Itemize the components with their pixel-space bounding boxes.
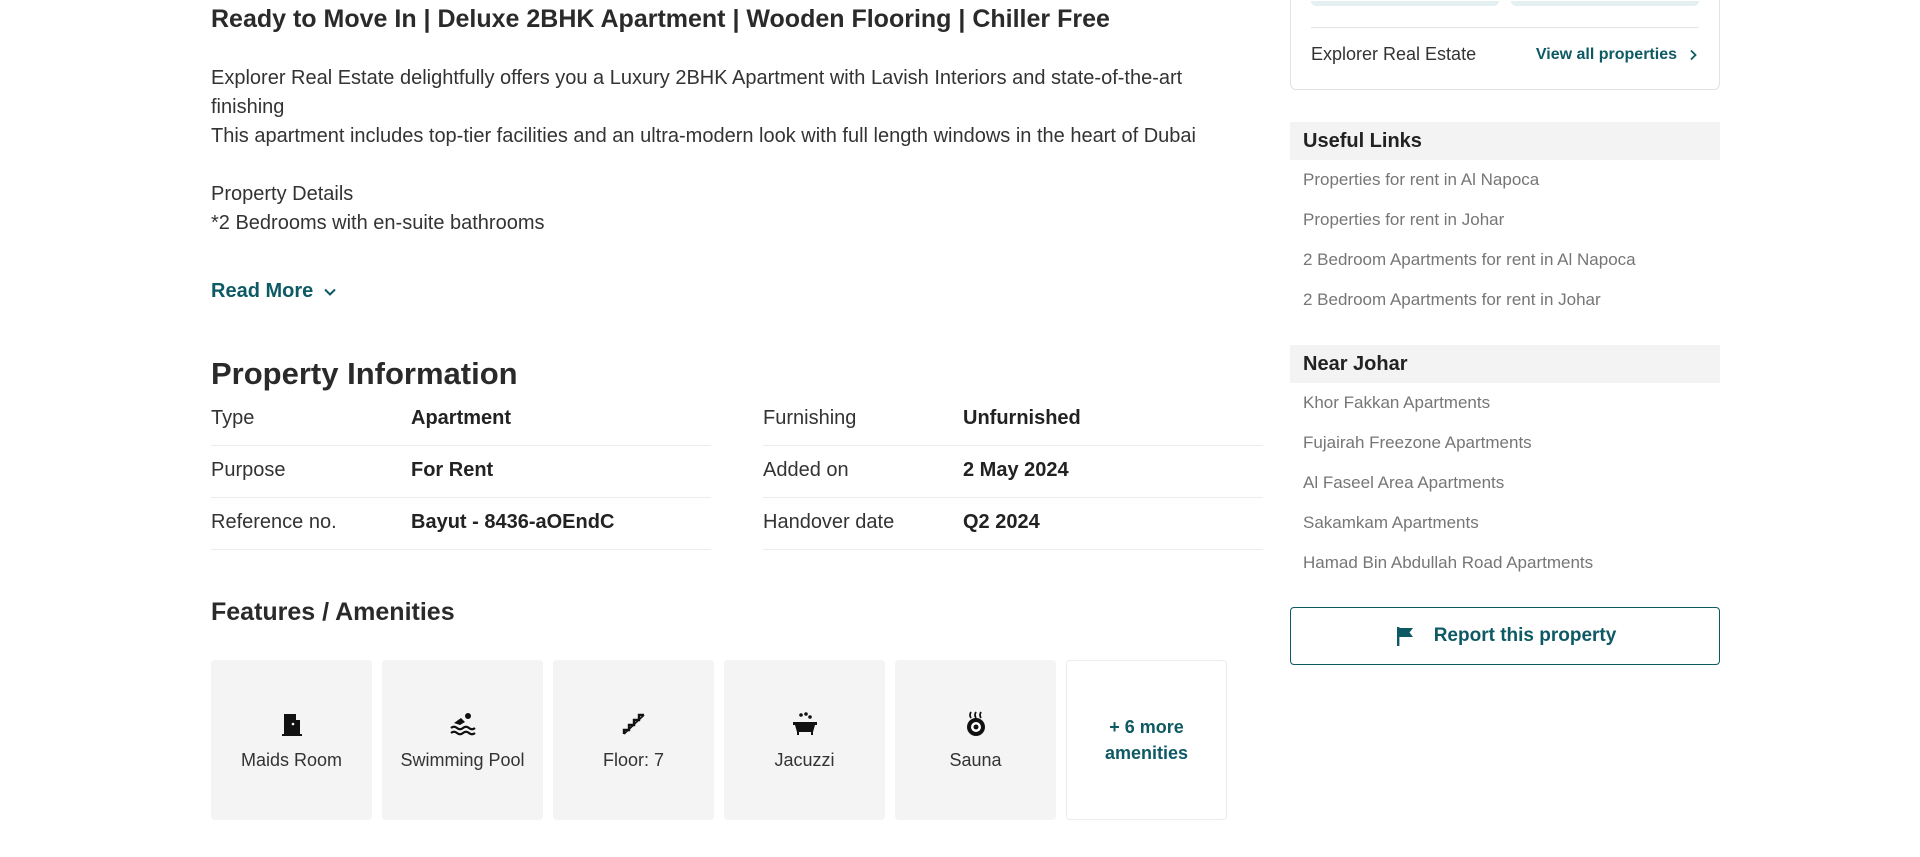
useful-links-box: Useful Links Properties for rent in Al N… — [1290, 122, 1720, 320]
description-line: This apartment includes top-tier facilit… — [211, 125, 1196, 147]
info-label: Furnishing — [763, 407, 857, 429]
swimmer-icon — [449, 712, 476, 735]
info-value: Unfurnished — [963, 407, 1081, 429]
near-link[interactable]: Sakamkam Apartments — [1290, 503, 1720, 543]
bathtub-icon — [792, 711, 817, 735]
report-label: Report this property — [1433, 625, 1617, 646]
near-link[interactable]: Khor Fakkan Apartments — [1290, 383, 1720, 423]
agent-name: Explorer Real Estate — [1311, 44, 1477, 64]
info-label: Added on — [763, 459, 849, 481]
report-property-button[interactable]: Report this property — [1290, 607, 1720, 665]
useful-link[interactable]: Properties for rent in Al Napoca — [1290, 160, 1720, 200]
amenity-item: Swimming Pool — [382, 660, 543, 820]
near-box: Near Johar Khor Fakkan Apartments Fujair… — [1290, 345, 1720, 583]
agent-action-button[interactable] — [1511, 1, 1699, 6]
sauna-icon — [966, 711, 985, 736]
info-row-type: Type Apartment — [211, 394, 711, 446]
info-row-purpose: Purpose For Rent — [211, 446, 711, 498]
info-row-furnishing: Furnishing Unfurnished — [763, 394, 1263, 446]
chevron-right-icon — [1690, 49, 1697, 61]
listing-title: Ready to Move In | Deluxe 2BHK Apartment… — [211, 5, 1110, 33]
view-all-properties-link[interactable]: View all properties — [1536, 46, 1699, 64]
info-label: Type — [211, 407, 255, 429]
property-info-title: Property Information — [211, 356, 518, 391]
info-label: Handover date — [763, 511, 895, 533]
amenity-label: Floor: 7 — [602, 749, 665, 770]
near-link[interactable]: Al Faseel Area Apartments — [1290, 463, 1720, 503]
read-more-label: Read More — [211, 280, 314, 302]
near-link[interactable]: Fujairah Freezone Apartments — [1290, 423, 1720, 463]
info-value: For Rent — [411, 459, 494, 481]
info-row-reference: Reference no. Bayut - 8436-aOEndC — [211, 498, 711, 550]
amenities-list: Maids Room Swimming Pool Floor: 7 Jacuzz… — [211, 660, 1227, 820]
amenity-item: Jacuzzi — [724, 660, 885, 820]
useful-links-list: Properties for rent in Al Napoca Propert… — [1290, 160, 1720, 320]
useful-links-title: Useful Links — [1290, 122, 1720, 160]
description-line: Property Details — [211, 183, 354, 205]
amenity-label: Swimming Pool — [400, 749, 525, 770]
info-row-added-on: Added on 2 May 2024 — [763, 446, 1263, 498]
description-gap — [211, 151, 1221, 180]
agent-action-button[interactable] — [1311, 1, 1499, 6]
stairs-icon — [622, 713, 645, 735]
description-line: Explorer Real Estate delightfully offers… — [211, 67, 1183, 118]
more-amenities-text: amenities — [1104, 743, 1189, 763]
amenity-label: Maids Room — [240, 749, 343, 770]
agent-card: Explorer Real Estate View all properties — [1290, 0, 1720, 90]
useful-link[interactable]: 2 Bedroom Apartments for rent in Al Napo… — [1290, 240, 1720, 280]
description-line: *2 Bedrooms with en-suite bathrooms — [211, 212, 545, 234]
view-all-label: View all properties — [1535, 46, 1677, 63]
info-label: Reference no. — [211, 511, 337, 533]
amenity-item: Maids Room — [211, 660, 372, 820]
chevron-down-icon — [324, 288, 336, 296]
info-value: 2 May 2024 — [963, 459, 1069, 481]
near-list: Khor Fakkan Apartments Fujairah Freezone… — [1290, 383, 1720, 583]
near-link[interactable]: Hamad Bin Abdullah Road Apartments — [1290, 543, 1720, 583]
near-title: Near Johar — [1290, 345, 1720, 383]
info-value: Bayut - 8436-aOEndC — [411, 511, 615, 533]
flag-icon — [1396, 627, 1413, 646]
info-label: Purpose — [211, 459, 286, 481]
features-title: Features / Amenities — [211, 598, 455, 626]
amenity-item: Floor: 7 — [553, 660, 714, 820]
agent-divider — [1311, 27, 1699, 28]
read-more-button[interactable]: Read More — [211, 280, 337, 303]
info-value: Q2 2024 — [963, 511, 1040, 533]
info-row-handover-date: Handover date Q2 2024 — [763, 498, 1263, 550]
listing-description: Explorer Real Estate delightfully offers… — [211, 64, 1221, 238]
amenity-label: Sauna — [949, 749, 1002, 770]
amenity-label: Jacuzzi — [774, 749, 835, 770]
useful-link[interactable]: Properties for rent in Johar — [1290, 200, 1720, 240]
useful-link[interactable]: 2 Bedroom Apartments for rent in Johar — [1290, 280, 1720, 320]
more-amenities-count: + 6 more — [1109, 717, 1184, 737]
more-amenities-button[interactable]: + 6 more amenities — [1066, 660, 1227, 820]
door-icon — [281, 713, 302, 736]
more-amenities-label: + 6 more amenities — [1105, 714, 1188, 766]
amenity-item: Sauna — [895, 660, 1056, 820]
info-value: Apartment — [411, 407, 512, 429]
